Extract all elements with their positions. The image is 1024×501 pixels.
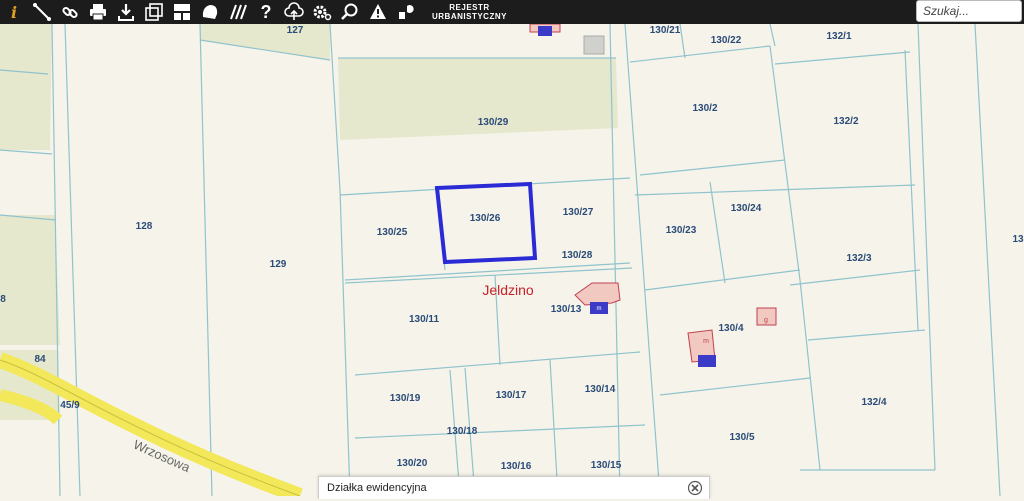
svg-text:g: g	[764, 317, 768, 324]
parcel-label: 8	[0, 294, 6, 305]
warning-icon[interactable]	[364, 0, 392, 24]
green-area	[0, 24, 52, 150]
download-icon[interactable]	[112, 0, 140, 24]
parcel-label: 130/5	[729, 432, 754, 443]
info-panel-title: Działka ewidencyjna	[327, 482, 427, 494]
parcel-label: 130/11	[409, 314, 439, 325]
parcel-label: 130/27	[563, 207, 594, 218]
parcel-label: 13	[1012, 234, 1024, 245]
parcel-label: 130/21	[650, 25, 681, 36]
parcel-label: 130/23	[666, 225, 697, 236]
parcel-label: 130/13	[551, 304, 582, 315]
parcel-label: 132/4	[861, 397, 886, 408]
parcel-label: 130/22	[711, 35, 742, 46]
green-area	[0, 215, 60, 345]
parcel-label: 132/2	[833, 116, 858, 127]
parcel-label: 132/3	[846, 253, 871, 264]
map-canvas[interactable]: m m g 127 128 129 130/29 130/21 130/22 1…	[0, 24, 1024, 496]
registry-line2: URBANISTYCZNY	[432, 12, 507, 21]
parcel-label: 132/1	[826, 31, 851, 42]
parcel-label: 130/25	[377, 227, 408, 238]
svg-text:m: m	[597, 306, 602, 312]
link-icon[interactable]	[56, 0, 84, 24]
building: g	[756, 307, 777, 326]
measure-line-icon[interactable]	[28, 0, 56, 24]
parcel-label: 130/14	[585, 384, 616, 395]
parcel-label: 128	[136, 221, 153, 232]
close-icon[interactable]	[687, 480, 703, 496]
place-name-label: Jeldzino	[482, 282, 534, 298]
parcel-label: 130/24	[731, 203, 762, 214]
parcel-label: 130/16	[501, 461, 532, 472]
zoom-search-icon[interactable]	[336, 0, 364, 24]
building: m	[687, 329, 716, 367]
svg-text:m: m	[703, 338, 709, 345]
shape-icon[interactable]	[196, 0, 224, 24]
parcel-label: 130/18	[447, 426, 478, 437]
export-icon[interactable]	[140, 0, 168, 24]
toolbar: i ? REJESTR URBANISTYCZNY	[0, 0, 1024, 24]
layout-icon[interactable]	[168, 0, 196, 24]
parcel-label: 130/15	[591, 460, 622, 471]
parcel-label: 127	[287, 25, 304, 36]
search-input[interactable]	[916, 0, 1022, 22]
parcel-label: 130/26	[470, 213, 501, 224]
parcel-label: 130/4	[718, 323, 743, 334]
parcel-label: 129	[270, 259, 287, 270]
parcel-label: 130/17	[496, 390, 527, 401]
layers-icon[interactable]	[392, 0, 420, 24]
parcel-label: 130/19	[390, 393, 421, 404]
settings-icon[interactable]	[308, 0, 336, 24]
parcel-label: 130/2	[692, 103, 717, 114]
print-icon[interactable]	[84, 0, 112, 24]
parcel-label: 130/20	[397, 458, 428, 469]
help-icon[interactable]: ?	[252, 0, 280, 24]
upload-cloud-icon[interactable]	[280, 0, 308, 24]
parcel-label: 130/28	[562, 250, 593, 261]
info-icon[interactable]: i	[0, 0, 28, 24]
registry-line1: REJESTR	[449, 3, 490, 12]
parcel-label: 45/9	[60, 400, 80, 411]
registry-logo[interactable]: REJESTR URBANISTYCZNY	[432, 3, 507, 21]
parcel-label: 84	[34, 354, 46, 365]
parcel-label: 130/29	[478, 117, 509, 128]
hatch-icon[interactable]	[224, 0, 252, 24]
